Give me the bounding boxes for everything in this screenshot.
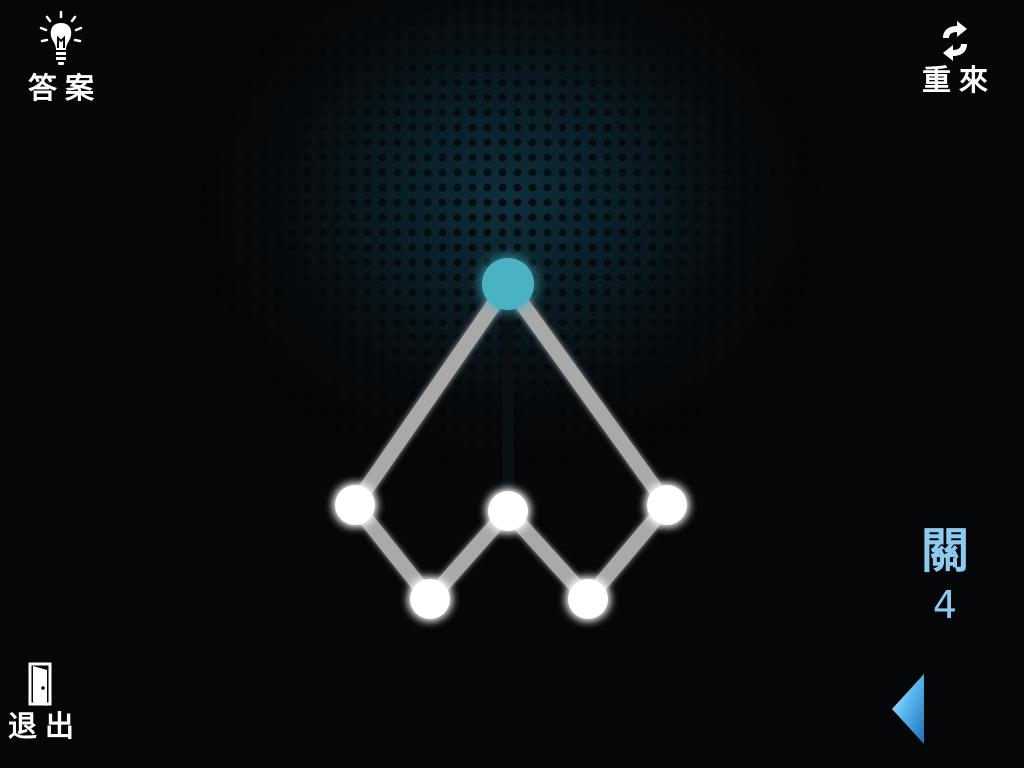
puzzle-board — [335, 258, 687, 619]
node-bottom-right[interactable] — [568, 579, 608, 619]
restart-button[interactable]: 重來 — [922, 18, 988, 96]
door-icon — [28, 662, 52, 706]
level-indicator: 關 4 — [915, 522, 975, 630]
previous-level-button[interactable] — [888, 672, 930, 748]
triangle-left-icon — [892, 674, 924, 744]
restart-label: 重來 — [922, 63, 997, 97]
exit-label: 退出 — [8, 709, 83, 743]
node-middle[interactable] — [488, 491, 528, 531]
refresh-icon — [943, 21, 967, 61]
answer-button[interactable]: 答案 — [28, 10, 94, 104]
answer-label: 答案 — [28, 71, 103, 105]
node-bottom-left[interactable] — [410, 579, 450, 619]
edge-top-right — [500, 276, 675, 513]
node-right[interactable] — [647, 485, 687, 525]
active-node-top[interactable] — [482, 258, 534, 310]
edge-top-left — [347, 276, 516, 513]
exit-button[interactable]: 退出 — [8, 660, 74, 742]
lightbulb-icon — [39, 10, 83, 65]
level-number: 4 — [932, 583, 958, 627]
level-label: 關 — [920, 523, 969, 579]
node-left[interactable] — [335, 485, 375, 525]
